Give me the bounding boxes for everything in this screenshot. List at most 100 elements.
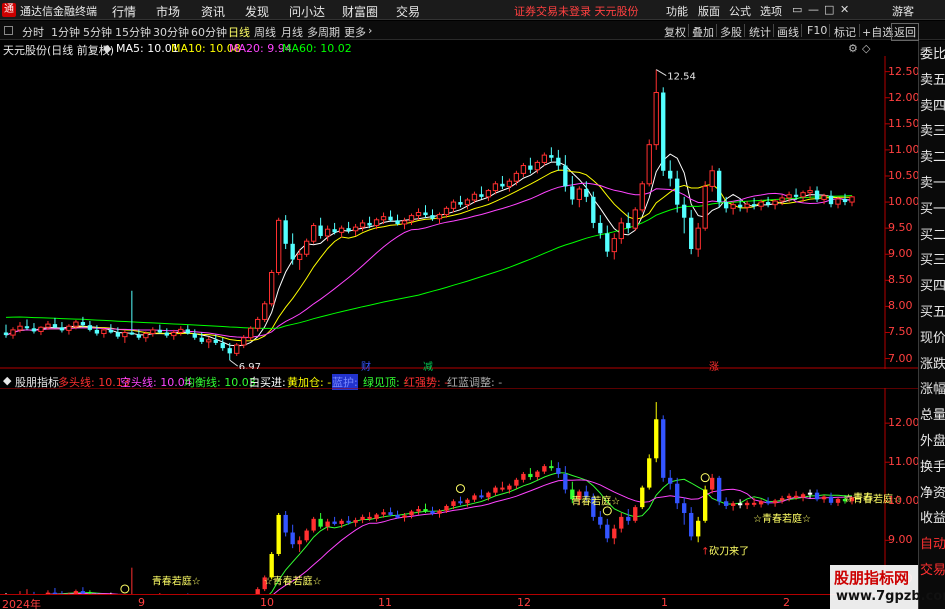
quote-field-16: 换手: [920, 459, 945, 475]
toolbar-draw[interactable]: 画线: [777, 24, 799, 40]
candle-body: [450, 201, 457, 209]
fold-icon[interactable]: ◇: [862, 42, 870, 55]
more-chevron-icon[interactable]: ›: [368, 24, 372, 37]
indicator-chart[interactable]: 青春若庭☆☆青春若庭☆青春若庭☆☆青春若庭☆☆青春若庭☆☆青春↑砍刀来了↑砍刀来…: [0, 388, 918, 595]
event-marker-reduce[interactable]: 减: [421, 358, 435, 373]
candle-body: [415, 212, 422, 217]
toolbar-sep: [688, 24, 689, 37]
x-label-sep: 9: [138, 596, 145, 609]
x-label-feb: 2: [783, 596, 790, 609]
toolbar-overlay[interactable]: 叠加: [692, 24, 714, 40]
candle-body: [549, 155, 554, 158]
login-notice[interactable]: 证券交易未登录 天元股份: [514, 3, 639, 19]
candle-body: [17, 325, 23, 331]
toolbar-fuquan[interactable]: 复权: [664, 24, 686, 40]
minimize-window-icon[interactable]: —: [808, 3, 819, 16]
candle-body: [605, 233, 610, 252]
low-price-label: 6.97: [239, 362, 261, 369]
indicator-bar: [758, 501, 764, 505]
indicator-toggle-icon[interactable]: ◆: [3, 374, 11, 387]
indicator-bar: [800, 494, 806, 498]
indicator-tick: 12.00: [888, 416, 920, 430]
panel-toggle-checkbox[interactable]: [4, 26, 13, 35]
indicator-bar: [276, 514, 281, 554]
candle-body: [352, 226, 359, 232]
toolbar-sep: [744, 24, 745, 37]
candle-body: [10, 329, 16, 336]
menu-item-layout[interactable]: 版面: [698, 3, 720, 19]
candle-body: [359, 222, 366, 228]
toolbar-stats[interactable]: 统计: [749, 24, 771, 40]
menu-item-options[interactable]: 选项: [760, 3, 782, 19]
indicator-bar: [640, 487, 645, 508]
period-tab-1min[interactable]: 1分钟: [51, 24, 80, 40]
toolbar-mark[interactable]: 标记: [834, 24, 856, 40]
quote-field-1: 卖五: [920, 72, 945, 88]
toolbar-sep: [801, 24, 802, 37]
quote-field-3: 卖三: [920, 124, 945, 140]
ma-toggle-icon[interactable]: ◆: [103, 42, 111, 55]
candle-body: [143, 333, 149, 339]
candle-body: [380, 216, 387, 221]
indicator-bar: [416, 509, 421, 512]
toolbar-add-favorite[interactable]: +自选: [862, 24, 893, 40]
indicator-bar: [661, 419, 666, 478]
ma10-line: [5, 169, 853, 342]
indicator-bar: [374, 514, 379, 519]
settings-icon[interactable]: ⚙: [848, 42, 858, 55]
menu-item-wealth[interactable]: 财富圈: [342, 3, 378, 20]
event-marker-rise[interactable]: 涨: [707, 358, 721, 373]
menu-item-market[interactable]: 行情: [112, 3, 136, 20]
period-tab-daily[interactable]: 日线: [228, 24, 250, 40]
toolbar-back[interactable]: 返回: [891, 23, 919, 41]
menu-item-ask[interactable]: 问小达: [289, 3, 325, 20]
menu-item-exchange[interactable]: 市场: [156, 3, 180, 20]
candle-body: [73, 321, 79, 327]
maximize-icon[interactable]: □: [824, 3, 834, 16]
candle-body: [682, 204, 687, 218]
candle-body: [443, 207, 450, 216]
guest-label[interactable]: 游客: [892, 3, 914, 19]
period-tab-timeshare[interactable]: 分时: [22, 24, 44, 40]
period-tab-15min[interactable]: 15分钟: [115, 24, 151, 40]
toolbar-sep: [829, 24, 830, 37]
toolbar-multi-stock[interactable]: 多股: [720, 24, 742, 40]
candle-body: [471, 193, 478, 201]
candle-body: [464, 199, 471, 206]
kline-chart[interactable]: 12.54 6.97: [0, 56, 918, 369]
candle-body: [541, 154, 548, 163]
period-tab-weekly[interactable]: 周线: [254, 24, 276, 40]
period-tab-more[interactable]: 更多: [344, 24, 366, 40]
quote-field-7: 买二: [920, 227, 945, 243]
peak-signal-icon: [120, 584, 130, 594]
menu-item-function[interactable]: 功能: [666, 3, 688, 19]
indicator-bar: [535, 471, 540, 478]
period-tab-monthly[interactable]: 月线: [281, 24, 303, 40]
candle-body: [227, 348, 232, 354]
minimize-icon[interactable]: ▭: [792, 3, 802, 16]
candle-body: [513, 172, 520, 182]
candle-body: [584, 189, 589, 197]
menu-item-trade[interactable]: 交易: [396, 3, 420, 20]
candle-body: [430, 215, 435, 219]
candle-body: [24, 326, 30, 329]
toolbar-f10[interactable]: F10: [807, 24, 827, 37]
menu-item-formula[interactable]: 公式: [729, 3, 751, 19]
tdx-window: 通 通达信金融终端 行情 市场 资讯 发现 问小达 财富圈 交易 证券交易未登录…: [0, 0, 945, 609]
period-tab-5min[interactable]: 5分钟: [83, 24, 112, 40]
period-tab-60min[interactable]: 60分钟: [191, 24, 227, 40]
period-tab-30min[interactable]: 30分钟: [153, 24, 189, 40]
period-tab-multi[interactable]: 多周期: [307, 24, 340, 40]
indicator-bar: [423, 509, 428, 512]
indicator-bar: [689, 512, 694, 537]
candle-body: [758, 201, 764, 207]
signal-label: 青春若庭☆: [571, 494, 620, 507]
menu-item-news[interactable]: 资讯: [201, 3, 225, 20]
menu-item-discover[interactable]: 发现: [245, 3, 269, 20]
ma5-line: [5, 153, 853, 347]
indicator-bar: [325, 521, 330, 527]
candle-body: [87, 325, 93, 330]
candle-body: [779, 197, 785, 202]
close-icon[interactable]: ✕: [840, 3, 849, 16]
event-marker-finance[interactable]: 财: [359, 358, 373, 373]
